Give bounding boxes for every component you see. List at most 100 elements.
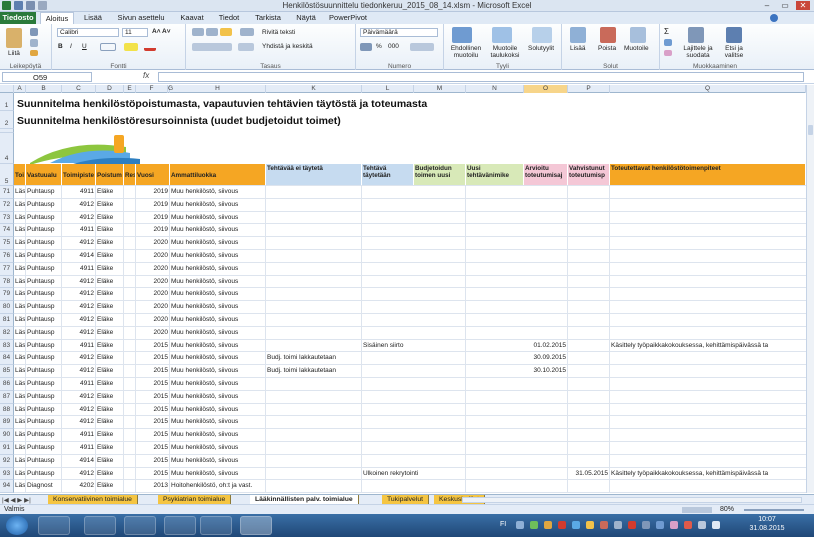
cell-o[interactable] <box>524 198 568 211</box>
cell-d[interactable]: Eläke <box>96 250 124 262</box>
cell-b[interactable]: Puhtausp <box>26 186 62 198</box>
format-cells-label[interactable]: Muotoile <box>624 45 649 52</box>
cell-c[interactable]: 4911 <box>62 262 96 275</box>
cell-h[interactable]: Muu henkilöstö, siivous <box>170 211 266 224</box>
cell-h[interactable]: Muu henkilöstö, siivous <box>170 224 266 237</box>
tray-icon[interactable] <box>614 521 622 529</box>
cut-icon[interactable] <box>30 28 38 36</box>
insert-cells-label[interactable]: Lisää <box>570 45 586 52</box>
cell-a[interactable]: Läs <box>14 454 26 467</box>
cell-h[interactable]: Muu henkilöstö, siivous <box>170 198 266 211</box>
cell-e[interactable] <box>124 339 136 352</box>
cell-f[interactable]: 2020 <box>136 288 170 301</box>
column-header[interactable]: E <box>124 85 136 93</box>
cell-k[interactable] <box>266 480 362 493</box>
column-header[interactable]: P <box>568 85 610 93</box>
cell-o[interactable] <box>524 186 568 198</box>
excel-taskbar-icon[interactable] <box>240 516 272 535</box>
indent-icon[interactable] <box>238 43 254 51</box>
cell-h[interactable]: Muu henkilöstö, siivous <box>170 378 266 390</box>
cell-e[interactable] <box>124 467 136 480</box>
cell-e[interactable] <box>124 314 136 326</box>
tab-view[interactable]: Näytä <box>292 12 320 24</box>
tray-icon[interactable] <box>600 521 608 529</box>
wrap-text-button[interactable]: Rivitä teksti <box>262 29 295 36</box>
cell-p[interactable] <box>568 314 610 326</box>
cell-l[interactable] <box>362 416 466 429</box>
row-header[interactable]: 88 <box>0 403 14 417</box>
row-header[interactable]: 92 <box>0 454 14 468</box>
cell-b[interactable]: Puhtausp <box>26 250 62 262</box>
explorer-taskbar-icon[interactable] <box>84 516 116 535</box>
cell-c[interactable]: 4912 <box>62 288 96 301</box>
cell-h[interactable]: Muu henkilöstö, siivous <box>170 442 266 454</box>
cell-e[interactable] <box>124 326 136 339</box>
volume-icon[interactable] <box>712 521 720 529</box>
header-toteutettavat-toimenpiteet[interactable]: Toteutettavat henkilöstötoimenpiteet <box>610 164 806 185</box>
cell-b[interactable]: Puhtausp <box>26 198 62 211</box>
cell-e[interactable] <box>124 442 136 454</box>
tab-data[interactable]: Tiedot <box>214 12 244 24</box>
cell-d[interactable]: Eläke <box>96 403 124 416</box>
cell-b[interactable]: Puhtausp <box>26 262 62 275</box>
header-taytetaan[interactable]: Tehtävä täytetään <box>362 164 414 185</box>
cell-k[interactable]: Budj. toimi lakkautetaan <box>266 352 362 365</box>
column-header[interactable]: A <box>14 85 26 93</box>
column-header[interactable]: O <box>524 85 568 93</box>
cell-o[interactable] <box>524 390 568 403</box>
cell-f[interactable]: 2019 <box>136 224 170 237</box>
delete-cells-label[interactable]: Poista <box>598 45 616 52</box>
cell-q[interactable]: Käsittely työpaikkakokouksessa, kehittäm… <box>610 340 806 352</box>
header-poistuma[interactable]: Poistum <box>96 164 124 185</box>
cell-b[interactable]: Puhtausp <box>26 403 62 416</box>
tab-home[interactable]: Aloitus <box>40 12 74 24</box>
tray-icon[interactable] <box>656 521 664 529</box>
cell-e[interactable] <box>124 288 136 301</box>
cell-p[interactable] <box>568 390 610 403</box>
row-header[interactable]: 78 <box>0 275 14 289</box>
header-toi[interactable]: Toi <box>14 164 26 185</box>
cell-f[interactable]: 2015 <box>136 467 170 480</box>
cell-a[interactable]: Läs <box>14 314 26 326</box>
row-header[interactable]: 86 <box>0 378 14 391</box>
cell-e[interactable] <box>124 301 136 313</box>
cell-o[interactable] <box>524 211 568 224</box>
cell-d[interactable]: Eläke <box>96 467 124 480</box>
format-painter-icon[interactable] <box>30 50 38 56</box>
cell-e[interactable] <box>124 198 136 211</box>
column-header[interactable]: D <box>96 85 124 93</box>
cell-p[interactable] <box>568 365 610 377</box>
cell-h[interactable]: Muu henkilöstö, siivous <box>170 416 266 429</box>
cell-c[interactable]: 4912 <box>62 365 96 377</box>
column-header[interactable]: L <box>362 85 414 93</box>
cell-b[interactable]: Puhtausp <box>26 429 62 441</box>
cell-c[interactable]: 4912 <box>62 352 96 365</box>
cell-q[interactable] <box>610 327 806 339</box>
tray-icon[interactable] <box>530 521 538 529</box>
sheet-nav-arrows-icon[interactable]: |◀ ◀ ▶ ▶| <box>2 496 31 504</box>
cell-f[interactable]: 2019 <box>136 198 170 211</box>
cell-p[interactable] <box>568 301 610 313</box>
cell-d[interactable]: Eläke <box>96 416 124 429</box>
cell-k[interactable] <box>266 275 362 288</box>
cell-c[interactable]: 4911 <box>62 429 96 441</box>
cell-c[interactable]: 4202 <box>62 480 96 493</box>
cell-h[interactable]: Muu henkilöstö, siivous <box>170 365 266 377</box>
cell-o[interactable] <box>524 442 568 454</box>
cell-a[interactable]: Läs <box>14 288 26 301</box>
cell-o[interactable] <box>524 326 568 339</box>
start-button[interactable] <box>6 516 28 535</box>
orientation-icon[interactable] <box>240 28 254 36</box>
cell-f[interactable]: 2019 <box>136 211 170 224</box>
cell-p[interactable] <box>568 237 610 249</box>
cell-h[interactable]: Muu henkilöstö, siivous <box>170 467 266 480</box>
row-header[interactable]: 79 <box>0 288 14 302</box>
row-header[interactable]: 94 <box>0 480 14 493</box>
row-header[interactable]: 87 <box>0 390 14 404</box>
cell-o[interactable] <box>524 378 568 390</box>
conditional-format-label[interactable]: Ehdollinen muotoilu <box>446 45 486 59</box>
cell-e[interactable] <box>124 416 136 429</box>
cell-l[interactable] <box>362 186 466 198</box>
cell-q[interactable] <box>610 212 806 224</box>
cell-p[interactable] <box>568 403 610 416</box>
